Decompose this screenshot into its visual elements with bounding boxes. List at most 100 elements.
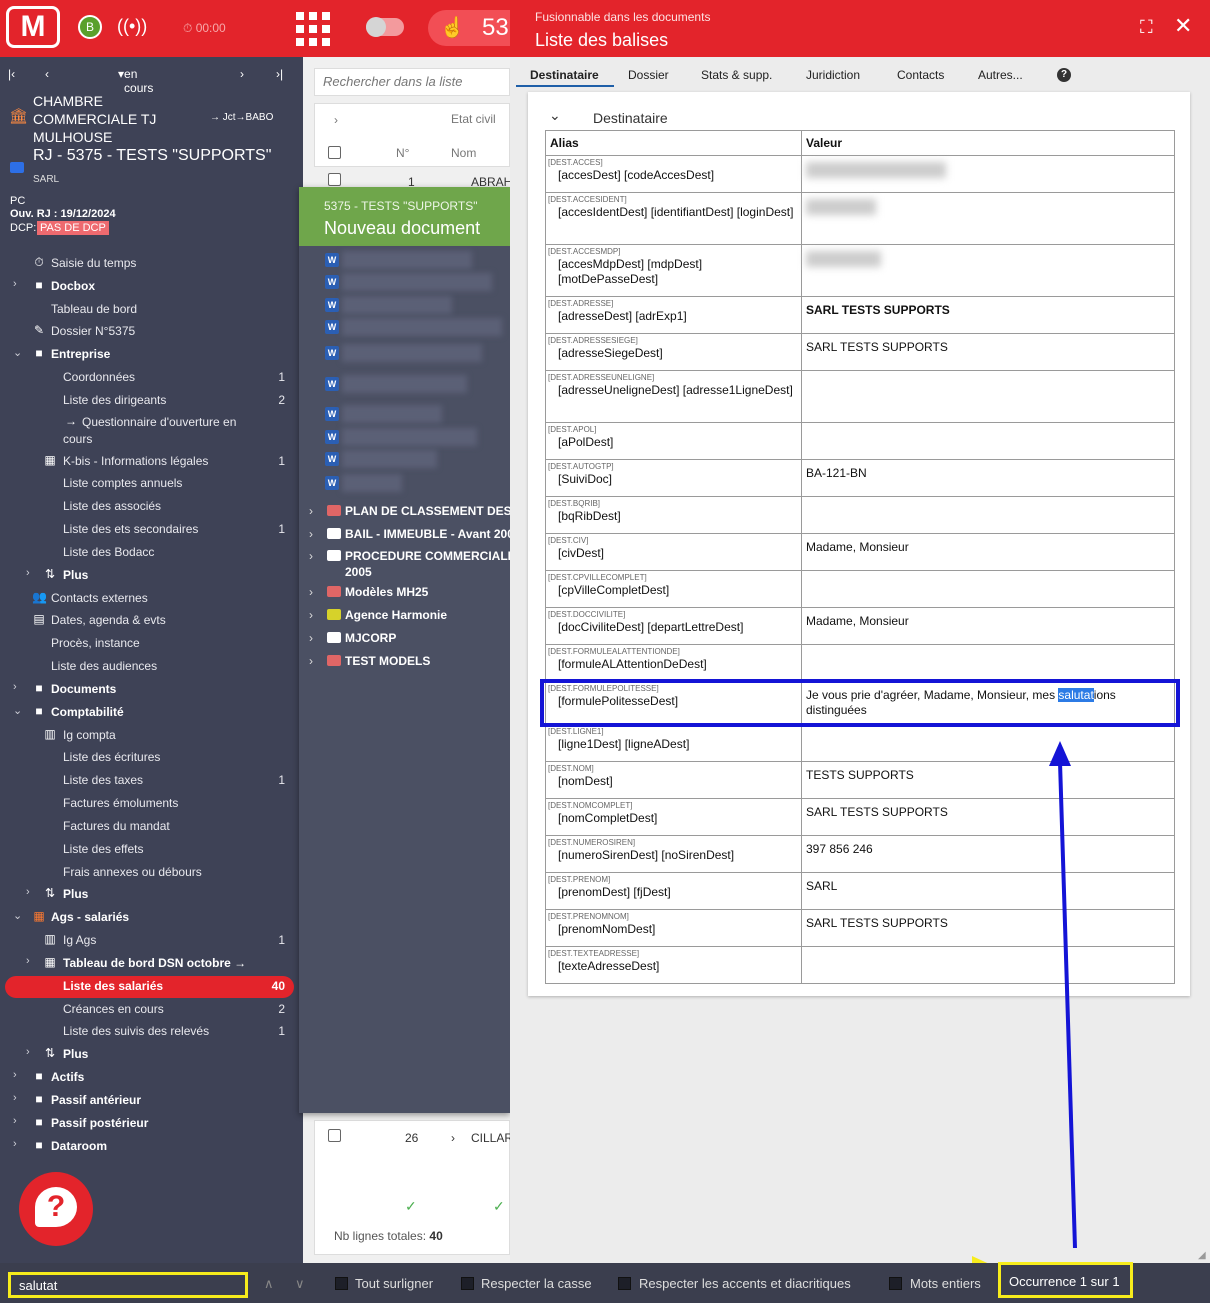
row-checkbox[interactable] <box>328 1129 341 1142</box>
sidebar-item[interactable]: 👥 Contacts externes <box>0 588 303 610</box>
sidebar-item[interactable]: ⏱ Saisie du temps <box>0 253 303 275</box>
chevron-right-icon[interactable]: › <box>13 1069 17 1081</box>
find-input[interactable]: salutat <box>8 1272 248 1298</box>
sidebar-item[interactable]: Liste des audiences <box>0 656 303 678</box>
word-doc-icon[interactable]: W <box>325 275 339 289</box>
document-template-item[interactable] <box>342 273 492 291</box>
col-name[interactable]: Nom <box>451 146 476 160</box>
document-template-item[interactable] <box>342 344 482 362</box>
chevron-right-icon[interactable]: › <box>26 567 30 579</box>
next-record-icon[interactable]: › <box>240 67 244 81</box>
sidebar-item[interactable]: › ■ Actifs <box>0 1067 303 1089</box>
col-etat-civil[interactable]: Etat civil <box>451 112 496 126</box>
app-logo[interactable]: M <box>6 6 60 48</box>
sidebar-item[interactable]: › ■ Documents <box>0 679 303 701</box>
template-folder[interactable]: › MJCORP <box>303 628 510 650</box>
prev-record-icon[interactable]: ‹ <box>45 67 49 81</box>
sidebar-item[interactable]: Liste des suivis des relevés 1 <box>0 1021 303 1043</box>
word-doc-icon[interactable]: W <box>325 407 339 421</box>
sidebar-item[interactable]: Liste des associés <box>0 496 303 518</box>
sidebar-item[interactable]: cours <box>0 429 303 451</box>
sidebar-item[interactable]: Liste des dirigeants 2 <box>0 390 303 412</box>
chevron-down-icon[interactable]: ⌄ <box>13 704 22 717</box>
tab-autres[interactable]: Autres... <box>978 68 1023 82</box>
find-next-icon[interactable]: ∨ <box>295 1276 305 1292</box>
highlight-all-label[interactable]: Tout surligner <box>355 1276 433 1291</box>
chevron-right-icon[interactable]: › <box>26 955 30 967</box>
document-template-item[interactable] <box>342 474 402 492</box>
close-icon[interactable]: ✕ <box>1174 13 1192 39</box>
timer[interactable]: ⏱ 00:00 <box>183 21 226 36</box>
sidebar-item[interactable]: Liste comptes annuels <box>0 473 303 495</box>
nav-status[interactable]: ▾ en cours <box>118 67 153 95</box>
word-doc-icon[interactable]: W <box>325 253 339 267</box>
sidebar-item[interactable]: › ⇅ Plus <box>0 884 303 906</box>
select-all-checkbox[interactable] <box>328 146 341 159</box>
word-doc-icon[interactable]: W <box>325 430 339 444</box>
chevron-right-icon[interactable]: › <box>309 549 313 563</box>
tab-juridiction[interactable]: Juridiction <box>806 68 860 82</box>
tab-contacts[interactable]: Contacts <box>897 68 944 82</box>
sidebar-item[interactable]: Liste des ets secondaires 1 <box>0 519 303 541</box>
tab-stats-supp[interactable]: Stats & supp. <box>701 68 772 82</box>
sidebar-item[interactable]: Procès, instance <box>0 633 303 655</box>
sidebar-item[interactable]: › ■ Passif antérieur <box>0 1090 303 1112</box>
sidebar-item[interactable]: Liste des salariés 40 <box>0 976 303 998</box>
sidebar-item[interactable]: › ■ Dataroom <box>0 1136 303 1158</box>
apps-grid-icon[interactable] <box>296 12 330 46</box>
document-template-item[interactable] <box>342 375 467 393</box>
document-template-item[interactable] <box>342 251 472 269</box>
chevron-right-icon[interactable]: › <box>309 608 313 622</box>
match-diacritics-label[interactable]: Respecter les accents et diacritiques <box>639 1276 851 1291</box>
help-button[interactable]: ? <box>19 1172 93 1246</box>
jct-link[interactable]: → Jct→BABO <box>210 112 273 123</box>
highlight-all-checkbox[interactable] <box>335 1277 348 1290</box>
user-avatar[interactable]: B <box>78 15 102 39</box>
chevron-right-icon[interactable]: › <box>13 278 17 290</box>
whole-words-checkbox[interactable] <box>889 1277 902 1290</box>
template-folder[interactable]: › Agence Harmonie <box>303 605 510 627</box>
sidebar-item[interactable]: Factures émoluments <box>0 793 303 815</box>
word-doc-icon[interactable]: W <box>325 377 339 391</box>
help-icon[interactable]: ? <box>1057 68 1071 82</box>
document-template-item[interactable] <box>342 450 437 468</box>
first-record-icon[interactable]: |‹ <box>8 67 15 81</box>
collapse-icon[interactable]: ⌄ <box>549 107 561 124</box>
last-record-icon[interactable]: ›| <box>276 67 283 81</box>
document-template-item[interactable] <box>342 405 442 423</box>
word-doc-icon[interactable]: W <box>325 452 339 466</box>
template-folder[interactable]: › BAIL - IMMEUBLE - Avant 200 <box>303 524 510 546</box>
sidebar-item[interactable]: ▤ Dates, agenda & evts <box>0 610 303 632</box>
document-template-item[interactable] <box>342 296 452 314</box>
sidebar-item[interactable]: › ⇅ Plus <box>0 1044 303 1066</box>
sidebar-item[interactable]: Liste des Bodacc <box>0 542 303 564</box>
expand-icon[interactable]: › <box>334 113 338 127</box>
sidebar-item[interactable]: Frais annexes ou débours <box>0 862 303 884</box>
row-checkbox[interactable] <box>328 173 341 186</box>
chevron-right-icon[interactable]: › <box>13 1115 17 1127</box>
sidebar-item[interactable]: Liste des effets <box>0 839 303 861</box>
sidebar-item[interactable]: Liste des écritures <box>0 747 303 769</box>
sidebar-item[interactable]: › ▦ Tableau de bord DSN octobre → <box>0 953 303 975</box>
sidebar-item[interactable]: ⌄ ▦ Ags - salariés <box>0 907 303 929</box>
chevron-right-icon[interactable]: › <box>309 654 313 668</box>
sidebar-item[interactable]: ▦ K-bis - Informations légales 1 <box>0 451 303 473</box>
resize-handle[interactable]: ◢ <box>1198 1250 1206 1261</box>
document-template-item[interactable] <box>342 428 477 446</box>
word-doc-icon[interactable]: W <box>325 476 339 490</box>
sidebar-item[interactable]: Liste des taxes 1 <box>0 770 303 792</box>
match-case-label[interactable]: Respecter la casse <box>481 1276 592 1291</box>
chevron-right-icon[interactable]: › <box>13 681 17 693</box>
broadcast-icon[interactable]: ((•)) <box>117 16 147 37</box>
sidebar-item[interactable]: Factures du mandat <box>0 816 303 838</box>
fullscreen-icon[interactable]: ⛶ <box>1140 17 1153 38</box>
chevron-right-icon[interactable]: › <box>309 527 313 541</box>
tab-destinataire[interactable]: Destinataire <box>530 68 599 82</box>
document-template-item[interactable] <box>342 318 502 336</box>
chevron-down-icon[interactable]: ⌄ <box>13 909 22 922</box>
sidebar-item[interactable]: ▥ Ig compta <box>0 725 303 747</box>
mode-toggle[interactable] <box>366 17 404 37</box>
sidebar-item[interactable]: Créances en cours 2 <box>0 999 303 1021</box>
sidebar-item[interactable]: Coordonnées 1 <box>0 367 303 389</box>
list-search-input[interactable]: Rechercher dans la liste <box>314 68 510 96</box>
